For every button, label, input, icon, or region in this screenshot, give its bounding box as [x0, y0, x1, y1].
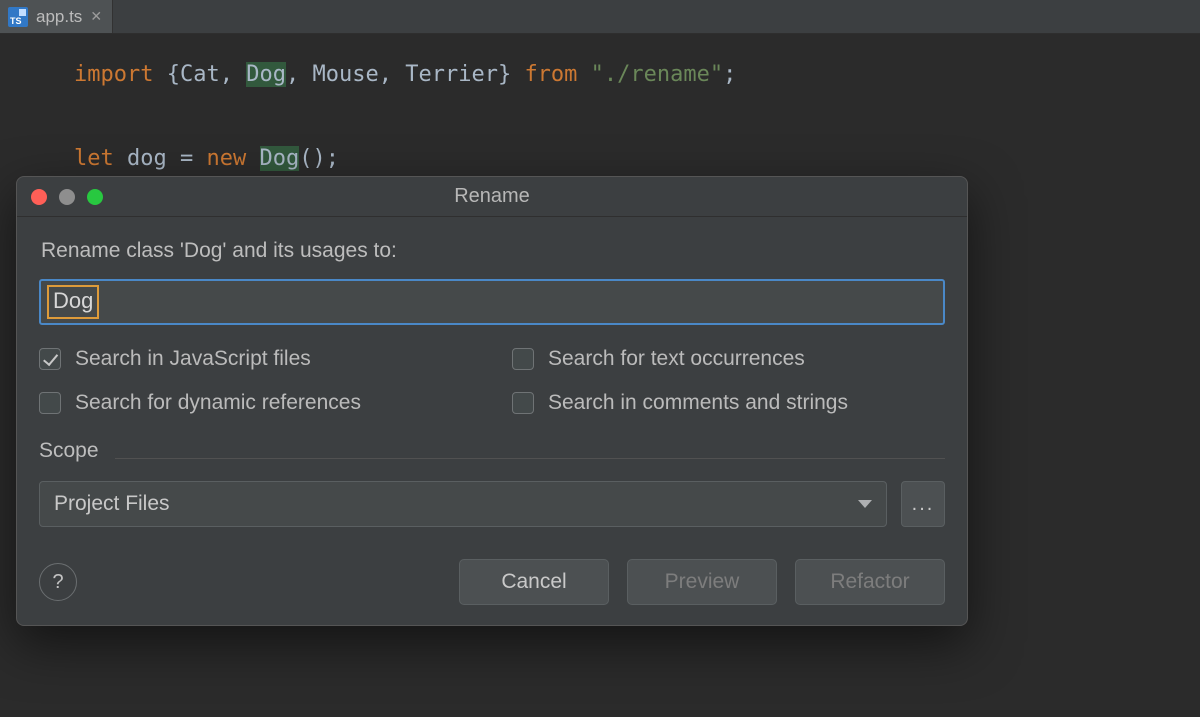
kw-import: import	[74, 62, 153, 87]
cancel-button[interactable]: Cancel	[459, 559, 609, 605]
rename-input[interactable]: Dog	[47, 285, 99, 319]
check-label: Search in comments and strings	[548, 391, 848, 415]
checkbox-icon[interactable]	[512, 348, 534, 370]
dialog-title: Rename	[454, 185, 530, 208]
window-close-icon[interactable]	[31, 189, 47, 205]
dialog-titlebar[interactable]: Rename	[17, 177, 967, 217]
kw-let: let	[74, 146, 114, 171]
check-label: Search in JavaScript files	[75, 347, 311, 371]
chevron-down-icon	[858, 500, 872, 508]
help-icon: ?	[52, 571, 63, 594]
checkbox-icon[interactable]	[512, 392, 534, 414]
rename-prompt: Rename class 'Dog' and its usages to:	[41, 239, 945, 263]
symbol-dog[interactable]: Dog	[246, 62, 286, 87]
scope-value: Project Files	[54, 492, 170, 516]
help-button[interactable]: ?	[39, 563, 77, 601]
check-search-dynamic[interactable]: Search for dynamic references	[39, 391, 472, 415]
close-icon[interactable]: ✕	[90, 8, 102, 25]
tab-filename: app.ts	[36, 7, 82, 27]
scope-label: Scope	[39, 439, 99, 463]
ellipsis-icon: ...	[912, 493, 935, 516]
window-minimize-icon[interactable]	[59, 189, 75, 205]
ts-badge-text: TS	[10, 17, 22, 26]
window-controls	[31, 189, 103, 205]
editor-tabbar: TS app.ts ✕	[0, 0, 1200, 34]
check-search-text[interactable]: Search for text occurrences	[512, 347, 945, 371]
editor-tab-app-ts[interactable]: TS app.ts ✕	[0, 0, 113, 33]
rename-dialog: Rename Rename class 'Dog' and its usages…	[16, 176, 968, 626]
check-label: Search for dynamic references	[75, 391, 361, 415]
check-search-js[interactable]: Search in JavaScript files	[39, 347, 472, 371]
check-label: Search for text occurrences	[548, 347, 805, 371]
checkbox-icon[interactable]	[39, 348, 61, 370]
preview-button[interactable]: Preview	[627, 559, 777, 605]
rename-options: Search in JavaScript files Search for te…	[39, 347, 945, 415]
refactor-button[interactable]: Refactor	[795, 559, 945, 605]
scope-more-button[interactable]: ...	[901, 481, 945, 527]
rename-input-wrap[interactable]: Dog	[39, 279, 945, 325]
checkbox-icon[interactable]	[39, 392, 61, 414]
kw-new: new	[207, 146, 247, 171]
kw-from: from	[524, 62, 577, 87]
scope-select[interactable]: Project Files	[39, 481, 887, 527]
window-zoom-icon[interactable]	[87, 189, 103, 205]
symbol-dog[interactable]: Dog	[260, 146, 300, 171]
typescript-file-icon: TS	[8, 7, 28, 27]
divider	[115, 458, 945, 459]
check-search-comments[interactable]: Search in comments and strings	[512, 391, 945, 415]
